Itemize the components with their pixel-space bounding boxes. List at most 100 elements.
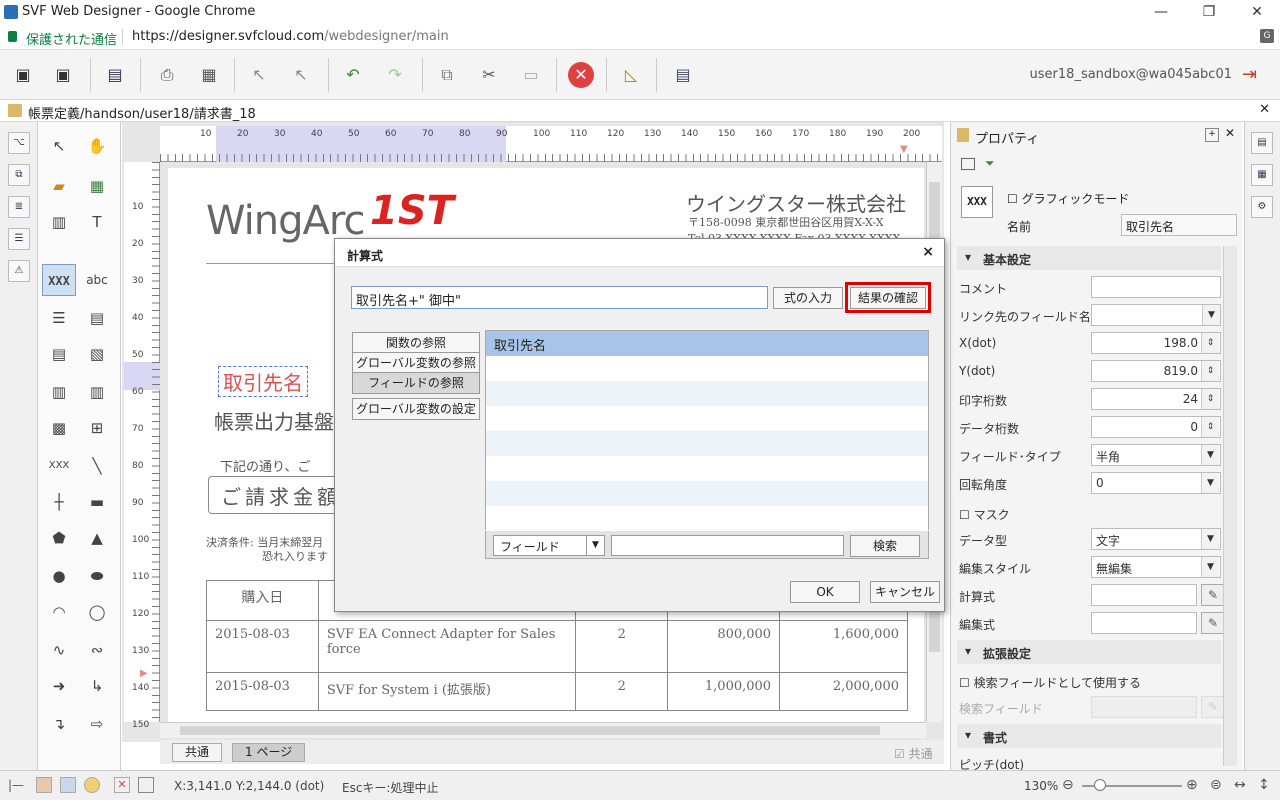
ruler-icon[interactable]: ◺ xyxy=(618,62,644,88)
error-icon[interactable]: ✕ xyxy=(114,777,130,793)
field-reference-button[interactable]: フィールドの参照 xyxy=(352,372,480,394)
fit-width-icon[interactable]: ↔ xyxy=(1234,777,1246,793)
filter-select[interactable]: フィールド ▼ xyxy=(493,535,605,556)
global-variable-reference-button[interactable]: グローバル変数の参照 xyxy=(352,352,480,374)
list-item[interactable] xyxy=(486,431,928,456)
address-bar[interactable]: 保護された通信 https://designer.svfcloud.com/we… xyxy=(0,24,1280,50)
list-item[interactable] xyxy=(486,506,928,531)
translate-icon[interactable]: G xyxy=(1260,29,1274,43)
chevron-down-icon[interactable]: ▼ xyxy=(1201,529,1219,549)
comment-input[interactable] xyxy=(1091,276,1221,298)
select-all-icon[interactable]: ↖ xyxy=(288,62,314,88)
edit-formula-input[interactable] xyxy=(1091,612,1197,634)
stack-icon[interactable]: ☰ xyxy=(8,228,30,250)
fit-page-icon[interactable]: ⊜ xyxy=(1210,777,1222,793)
properties-dock-icon[interactable]: ▤ xyxy=(1251,132,1273,154)
prop-search-use[interactable]: ☐ 検索フィールドとして使用する xyxy=(957,668,1227,696)
text-tool-icon[interactable]: T xyxy=(80,206,114,238)
list-icon[interactable]: ≣ xyxy=(8,196,30,218)
pointer-tool-icon[interactable]: ↖ xyxy=(42,130,76,162)
list-item[interactable] xyxy=(486,356,928,381)
list-field-tool-icon[interactable]: ☰ xyxy=(42,302,76,334)
close-properties-icon[interactable]: ✕ xyxy=(1225,126,1235,140)
redo-icon[interactable]: ↷ xyxy=(382,62,408,88)
wave-tool-icon[interactable]: ∿ xyxy=(42,634,76,666)
preview-icon[interactable]: ▦ xyxy=(196,62,222,88)
name-field[interactable]: 取引先名 xyxy=(1121,214,1237,236)
mini-field-tool-icon[interactable]: XXX xyxy=(42,450,76,482)
qrcode-tool-icon[interactable]: ▩ xyxy=(42,412,76,444)
image-tool-icon[interactable]: ▧ xyxy=(80,338,114,370)
arrow-bend-tool-icon[interactable]: ↳ xyxy=(80,670,114,702)
filter-icon[interactable]: ⏷ xyxy=(985,156,995,171)
snap-icon[interactable] xyxy=(36,777,52,793)
hand-tool-icon[interactable]: ✋ xyxy=(80,130,114,162)
select-icon[interactable]: ↖ xyxy=(246,62,272,88)
field-tool-icon[interactable]: XXX xyxy=(42,264,76,296)
copy-tool-icon[interactable]: ▥ xyxy=(42,206,76,238)
confirm-result-button[interactable]: 結果の確認 xyxy=(850,287,926,309)
delete-icon[interactable]: ✕ xyxy=(568,62,594,88)
curve-tool-icon[interactable]: ∾ xyxy=(80,634,114,666)
undo-icon[interactable]: ↶ xyxy=(340,62,366,88)
chevron-down-icon[interactable]: ▼ xyxy=(1201,473,1219,493)
tree-icon[interactable]: ⌥ xyxy=(8,132,30,154)
calc-input[interactable] xyxy=(1091,584,1197,606)
section-format[interactable]: 書式 xyxy=(957,724,1221,748)
zoom-slider-thumb[interactable] xyxy=(1094,779,1106,791)
arrow-right-tool-icon[interactable]: ➜ xyxy=(42,670,76,702)
chevron-down-icon[interactable]: ▼ xyxy=(586,536,604,555)
open-folder-icon[interactable]: ▰ xyxy=(42,170,76,202)
formula-input[interactable]: 取引先名+" 御中" xyxy=(351,286,768,309)
record-tool-icon[interactable]: ▤ xyxy=(80,302,114,334)
logout-icon[interactable]: ⇥ xyxy=(1242,64,1266,86)
user-card-icon[interactable]: ▤ xyxy=(670,62,696,88)
ok-button[interactable]: OK xyxy=(790,581,860,603)
line-tool-icon[interactable]: ╲ xyxy=(80,450,114,482)
label-tool-icon[interactable]: abc xyxy=(80,264,114,296)
spinner-icon[interactable]: ⇕ xyxy=(1201,417,1219,437)
list-item[interactable] xyxy=(486,406,928,431)
zoom-in-icon[interactable]: ⊕ xyxy=(1186,777,1198,793)
status-left-icon[interactable]: |— xyxy=(8,778,24,792)
dialog-close-icon[interactable]: × xyxy=(922,244,934,260)
save-settings-icon[interactable]: ▤ xyxy=(102,62,128,88)
arrow-fat-tool-icon[interactable]: ⇨ xyxy=(80,708,114,740)
spinner-icon[interactable]: ⇕ xyxy=(1201,389,1219,409)
search-field-checkbox[interactable]: ☐ 検索フィールドとして使用する xyxy=(959,674,1141,691)
polygon-tool-icon[interactable]: ⬟ xyxy=(42,522,76,554)
mask-checkbox[interactable]: ☐ マスク xyxy=(959,506,1010,523)
document-tab[interactable]: 帳票定義/handson/user18/請求書_18 ✕ xyxy=(0,100,1280,122)
field-list[interactable]: 取引先名 xyxy=(485,330,929,531)
maximize-icon[interactable]: ❐ xyxy=(1194,2,1224,22)
layers-icon[interactable]: ⧉ xyxy=(8,164,30,186)
list-item[interactable]: 取引先名 xyxy=(486,331,928,356)
frame-icon[interactable] xyxy=(961,158,975,170)
search-button[interactable]: 検索 xyxy=(850,535,920,557)
link-field-select[interactable]: ▼ xyxy=(1091,304,1221,326)
cross-line-tool-icon[interactable]: ┼ xyxy=(42,486,76,518)
warning-icon[interactable]: ⚠ xyxy=(8,260,30,282)
close-document-icon[interactable]: ✕ xyxy=(1259,102,1270,117)
spinner-icon[interactable]: ⇕ xyxy=(1201,361,1219,381)
tab-common[interactable]: 共通 xyxy=(172,743,223,762)
list-item[interactable] xyxy=(486,481,928,506)
graphic-mode-checkbox[interactable]: ☐ グラフィックモード xyxy=(1007,190,1129,207)
list-item[interactable] xyxy=(486,381,928,406)
box-icon[interactable] xyxy=(138,777,154,793)
cut-icon[interactable]: ✂ xyxy=(476,62,502,88)
triangle-tool-icon[interactable]: ▲ xyxy=(80,522,114,554)
chevron-down-icon[interactable]: ▼ xyxy=(1202,305,1220,325)
minimize-icon[interactable]: — xyxy=(1146,2,1176,22)
global-variable-settings-button[interactable]: グローバル変数の設定 xyxy=(352,398,480,420)
circle-tool-icon[interactable]: ● xyxy=(42,560,76,592)
prop-mask[interactable]: ☐ マスク xyxy=(957,500,1227,528)
zoom-out-icon[interactable]: ⊖ xyxy=(1062,777,1074,793)
url-text[interactable]: https://designer.svfcloud.com/webdesigne… xyxy=(132,29,449,44)
ellipse-arc-tool-icon[interactable]: ◯ xyxy=(80,596,114,628)
barcode-tool-icon[interactable]: ▥ xyxy=(42,376,76,408)
copy-icon[interactable]: ⧉ xyxy=(434,62,460,88)
section-basic-settings[interactable]: 基本設定 xyxy=(957,246,1221,270)
chevron-down-icon[interactable]: ▼ xyxy=(1201,445,1219,465)
cross-grid-tool-icon[interactable]: ⊞ xyxy=(80,412,114,444)
